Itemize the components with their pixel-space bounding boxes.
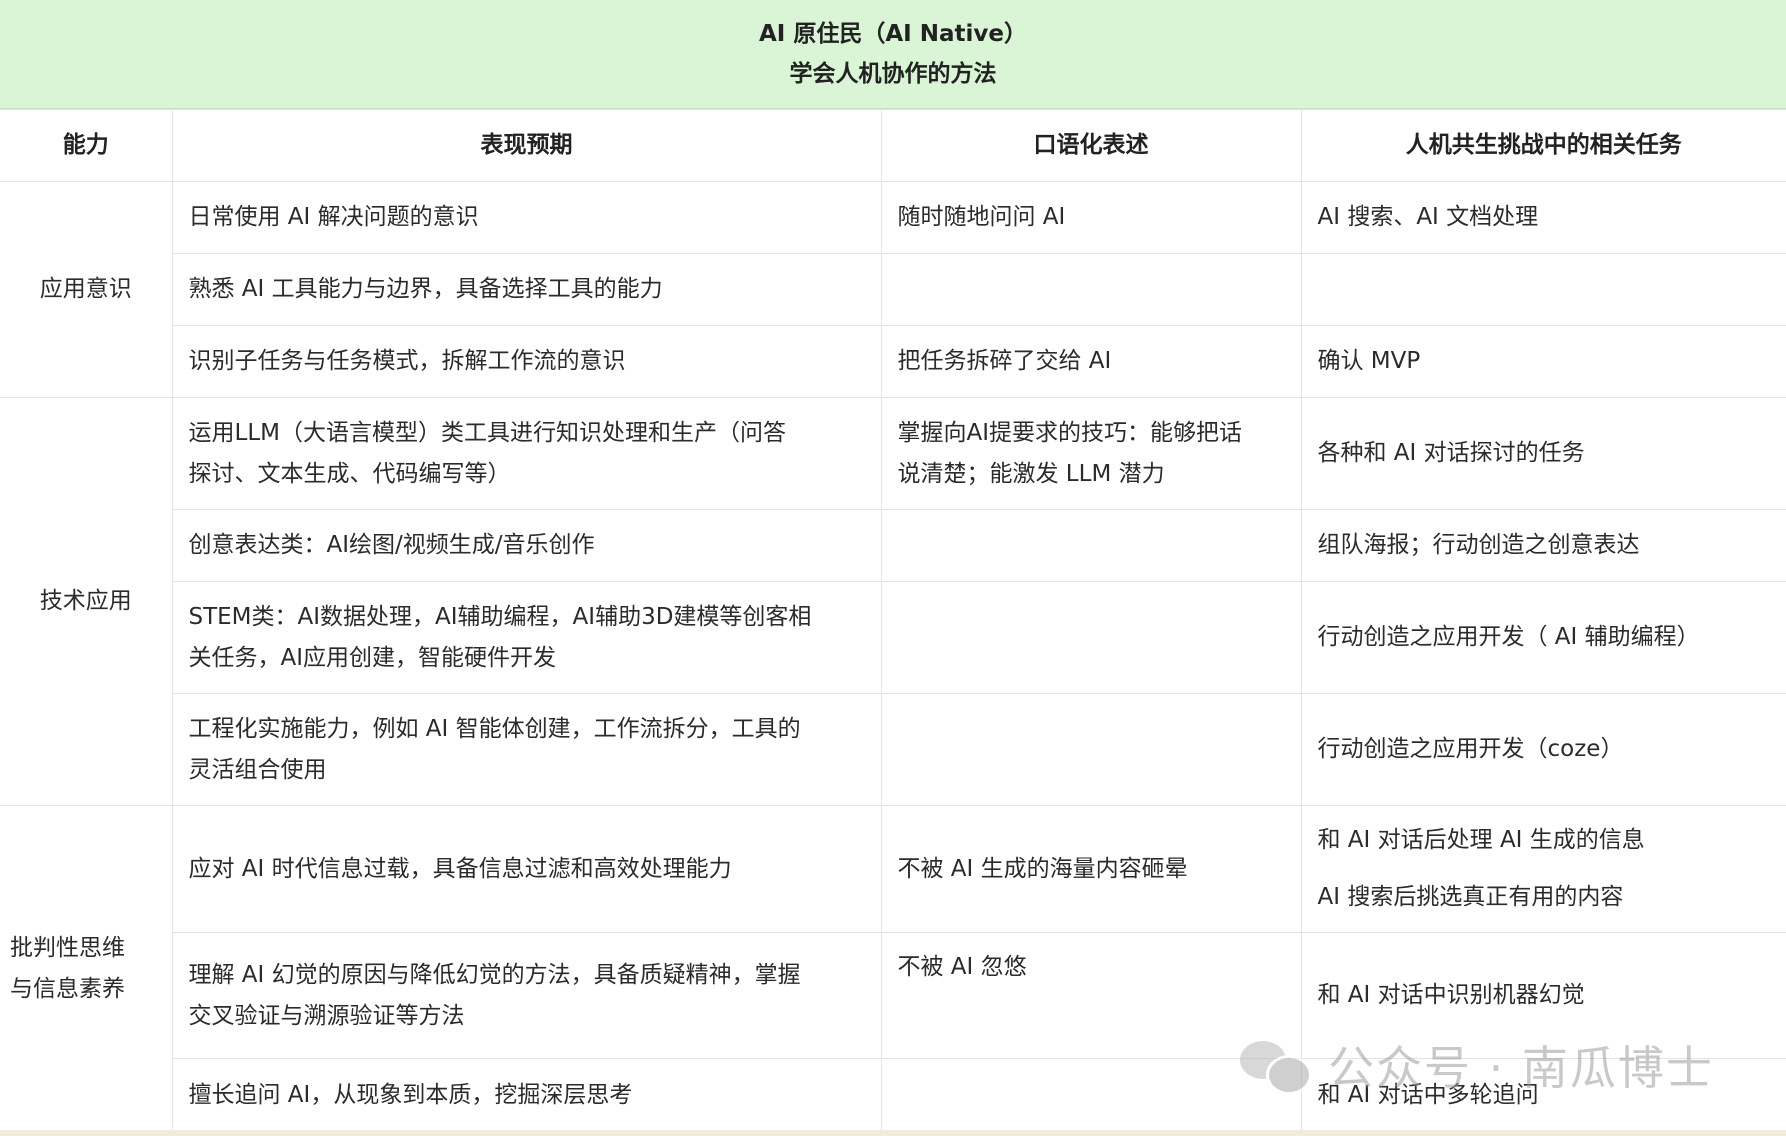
task-cell: 行动创造之应用开发（ AI 辅助编程） [1300, 581, 1786, 694]
ability-app-awareness: 应用意识 [0, 181, 173, 398]
header-ability: 能力 [0, 109, 173, 182]
expectation-cell: 创意表达类：AI绘图/视频生成/音乐创作 [172, 509, 882, 582]
expectation-cell: 理解 AI 幻觉的原因与降低幻觉的方法，具备质疑精神，掌握 交叉验证与溯源验证等… [172, 932, 882, 1059]
ability-tech-application: 技术应用 [0, 397, 173, 806]
oral-cell [880, 693, 1302, 806]
bottom-band [0, 1130, 1786, 1136]
expectation-cell: 工程化实施能力，例如 AI 智能体创建，工作流拆分，工具的 灵活组合使用 [172, 693, 882, 806]
task-cell: 组队海报；行动创造之创意表达 [1300, 509, 1786, 582]
wechat-icon [1240, 1037, 1312, 1095]
oral-cell [880, 581, 1302, 694]
task-cell: 行动创造之应用开发（coze） [1300, 693, 1786, 806]
task-cell: 各种和 AI 对话探讨的任务 [1300, 397, 1786, 510]
expectation-cell: 识别子任务与任务模式，拆解工作流的意识 [172, 325, 882, 398]
table-row: 技术应用 运用LLM（大语言模型）类工具进行知识处理和生产（问答 探讨、文本生成… [0, 397, 1786, 806]
table-subtitle: 学会人机协作的方法 [789, 61, 997, 87]
table-row: 工程化实施能力，例如 AI 智能体创建，工作流拆分，工具的 灵活组合使用 行动创… [0, 693, 1786, 806]
table-title-band: AI 原住民（AI Native） 学会人机协作的方法 [0, 0, 1786, 109]
watermark-text: 公众号 · 南瓜博士 [1328, 1041, 1714, 1095]
oral-cell: 不被 AI 生成的海量内容砸晕 [880, 805, 1302, 933]
task-cell: 和 AI 对话后处理 AI 生成的信息 AI 搜索后挑选真正有用的内容 [1300, 805, 1786, 933]
task-cell: AI 搜索、AI 文档处理 [1300, 181, 1786, 254]
table-row: STEM类：AI数据处理，AI辅助编程，AI辅助3D建模等创客相 关任务，AI应… [0, 581, 1786, 694]
oral-cell: 不被 AI 忽悠 [880, 932, 1302, 1059]
competency-table: 能力 表现预期 口语化表述 人机共生挑战中的相关任务 应用意识 日常使用 AI … [0, 109, 1786, 1132]
table-row: 熟悉 AI 工具能力与边界，具备选择工具的能力 [0, 253, 1786, 326]
header-oral: 口语化表述 [880, 109, 1302, 182]
table-title: AI 原住民（AI Native） [759, 21, 1027, 47]
header-row: 能力 表现预期 口语化表述 人机共生挑战中的相关任务 [0, 109, 1786, 182]
table-row: 识别子任务与任务模式，拆解工作流的意识 把任务拆碎了交给 AI 确认 MVP [0, 325, 1786, 398]
expectation-cell: STEM类：AI数据处理，AI辅助编程，AI辅助3D建模等创客相 关任务，AI应… [172, 581, 882, 694]
oral-cell [880, 1058, 1302, 1132]
table-row: 应用意识 日常使用 AI 解决问题的意识 随时随地问问 AI AI 搜索、AI … [0, 181, 1786, 398]
expectation-cell: 日常使用 AI 解决问题的意识 [171, 181, 882, 254]
oral-cell: 掌握向AI提要求的技巧：能够把话 说清楚；能激发 LLM 潜力 [880, 397, 1302, 510]
header-expectation: 表现预期 [171, 109, 882, 182]
oral-cell [880, 509, 1302, 582]
oral-cell: 把任务拆碎了交给 AI [880, 325, 1302, 398]
expectation-cell: 擅长追问 AI，从现象到本质，挖掘深层思考 [172, 1058, 882, 1132]
expectation-cell: 运用LLM（大语言模型）类工具进行知识处理和生产（问答 探讨、文本生成、代码编写… [171, 397, 882, 510]
task-cell: 确认 MVP [1300, 325, 1786, 398]
expectation-cell: 熟悉 AI 工具能力与边界，具备选择工具的能力 [172, 253, 882, 326]
task-cell [1300, 253, 1786, 326]
header-tasks: 人机共生挑战中的相关任务 [1300, 109, 1786, 182]
table-row: 创意表达类：AI绘图/视频生成/音乐创作 组队海报；行动创造之创意表达 [0, 509, 1786, 582]
expectation-cell: 应对 AI 时代信息过载，具备信息过滤和高效处理能力 [171, 805, 882, 933]
ability-critical-thinking: 批判性思维 与信息素养 [0, 805, 173, 1132]
oral-cell [880, 253, 1302, 326]
table-row: 批判性思维 与信息素养 应对 AI 时代信息过载，具备信息过滤和高效处理能力 不… [0, 805, 1786, 1132]
oral-cell: 随时随地问问 AI [880, 181, 1302, 254]
watermark: 公众号 · 南瓜博士 [1240, 1035, 1740, 1095]
